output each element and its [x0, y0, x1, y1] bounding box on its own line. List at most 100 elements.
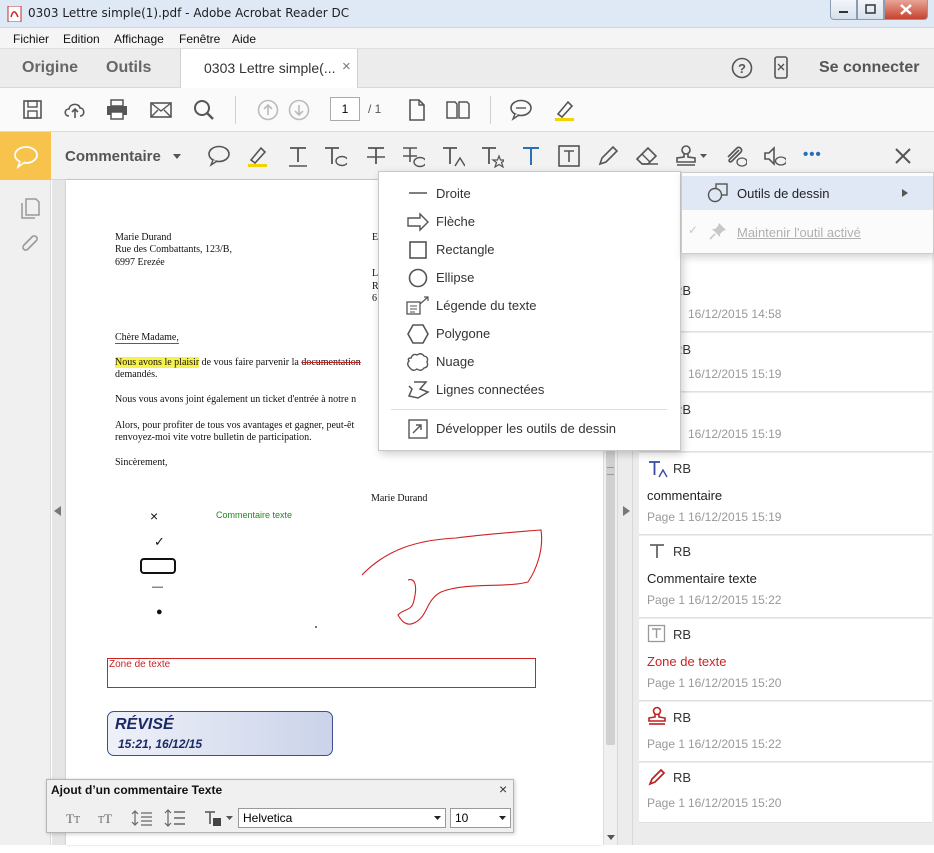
- decrease-font-size-icon[interactable]: T T: [65, 809, 85, 827]
- comment-author: RB: [673, 710, 692, 725]
- pencil-icon[interactable]: [596, 144, 620, 168]
- menu-item-line[interactable]: Droite: [379, 179, 680, 207]
- menu-item-label: Lignes connectées: [436, 382, 545, 397]
- underline-text-icon[interactable]: [286, 144, 310, 168]
- inline-text-comment[interactable]: Commentaire texte: [216, 510, 292, 520]
- comment-card[interactable]: RB Zone de texte Page 1 16/12/2015 15:20: [639, 619, 932, 701]
- replace-text-icon[interactable]: [401, 144, 425, 168]
- menu-item-expand-drawing-tools[interactable]: Développer les outils de dessin: [379, 414, 680, 442]
- menu-affichage[interactable]: Affichage: [114, 32, 164, 46]
- menu-fenetre[interactable]: Fenêtre: [179, 32, 220, 46]
- chevron-down-icon[interactable]: [173, 154, 181, 160]
- menu-item-text-callout[interactable]: Légende du texte: [379, 291, 680, 319]
- record-audio-icon[interactable]: [762, 144, 786, 168]
- cross-mark[interactable]: ×: [150, 508, 158, 524]
- add-text-stamp-icon[interactable]: [480, 144, 504, 168]
- rectangle-annotation[interactable]: [140, 558, 176, 574]
- polygon-icon: [407, 324, 429, 344]
- stamp-chevron-icon[interactable]: [700, 154, 707, 159]
- comment-card[interactable]: RB Page 1 16/12/2015 15:20: [639, 763, 932, 823]
- menu-aide[interactable]: Aide: [232, 32, 256, 46]
- revised-stamp[interactable]: RÉVISÉ 15:21, 16/12/15: [107, 711, 333, 756]
- scroll-down-icon[interactable]: [607, 835, 615, 841]
- menu-fichier[interactable]: Fichier: [13, 32, 49, 46]
- scroll-thumb[interactable]: [606, 400, 615, 745]
- comment-card[interactable]: RB commentaire Page 1 16/12/2015 15:19: [639, 453, 932, 535]
- insert-text-icon[interactable]: [441, 144, 465, 168]
- freehand-drawing[interactable]: [356, 520, 546, 640]
- comment-tool-label[interactable]: Commentaire: [65, 148, 161, 165]
- struck-text[interactable]: documentation: [301, 357, 360, 368]
- font-size-select[interactable]: 10: [450, 808, 511, 828]
- more-tools-icon[interactable]: •••: [803, 146, 822, 163]
- two-page-view-icon[interactable]: [446, 98, 470, 122]
- comment-card[interactable]: RB 16/12/2015 14:58: [639, 245, 932, 332]
- comment-page: Page 1: [647, 796, 686, 810]
- increase-line-spacing-icon[interactable]: [164, 809, 186, 827]
- chevron-down-icon: [434, 816, 441, 820]
- sticky-note-icon[interactable]: [509, 98, 533, 122]
- mobile-link-icon[interactable]: [772, 56, 790, 80]
- comment-card[interactable]: RB 16/12/2015 15:19: [639, 393, 932, 452]
- text-properties-close-icon[interactable]: ×: [499, 781, 507, 797]
- text-color-icon[interactable]: [204, 809, 222, 827]
- print-icon[interactable]: [105, 98, 129, 122]
- highlight-tool-icon[interactable]: [245, 144, 269, 168]
- menu-item-ellipse[interactable]: Ellipse: [379, 263, 680, 291]
- sticky-note-tool-icon[interactable]: [207, 144, 231, 168]
- stamp-icon[interactable]: [674, 144, 698, 168]
- menu-item-label: Développer les outils de dessin: [436, 421, 616, 436]
- font-size-value: 10: [455, 811, 469, 825]
- submenu-item-drawing-tools[interactable]: Outils de dessin: [682, 176, 933, 210]
- menu-item-cloud[interactable]: Nuage: [379, 347, 680, 375]
- maximize-button[interactable]: [857, 0, 884, 20]
- decrease-line-spacing-icon[interactable]: [131, 809, 153, 827]
- email-icon[interactable]: [149, 98, 173, 122]
- upload-cloud-icon[interactable]: [63, 98, 87, 122]
- comment-card[interactable]: RB Commentaire texte Page 1 16/12/2015 1…: [639, 536, 932, 618]
- next-page-icon[interactable]: [287, 98, 311, 122]
- page-thumbnails-icon[interactable]: [19, 197, 41, 219]
- menu-item-polygon[interactable]: Polygone: [379, 319, 680, 347]
- sign-in-link[interactable]: Se connecter: [819, 59, 919, 77]
- text-color-chevron-icon[interactable]: [226, 816, 233, 821]
- check-mark[interactable]: ✓: [154, 534, 165, 550]
- search-icon[interactable]: [192, 98, 216, 122]
- dash-mark[interactable]: —: [152, 581, 163, 593]
- menu-item-arrow[interactable]: Flèche: [379, 207, 680, 235]
- main-toolbar: 1 / 1: [0, 88, 934, 132]
- menu-edition[interactable]: Edition: [63, 32, 100, 46]
- comment-card[interactable]: RB Page 1 16/12/2015 15:22: [639, 702, 932, 762]
- save-icon[interactable]: [21, 98, 45, 122]
- eraser-icon[interactable]: [634, 144, 658, 168]
- font-family-select[interactable]: Helvetica: [238, 808, 446, 828]
- tab-document[interactable]: 0303 Lettre simple(... ×: [180, 49, 358, 88]
- highlight-pen-icon[interactable]: [552, 98, 576, 122]
- comment-card[interactable]: RB 16/12/2015 15:19: [639, 333, 932, 392]
- help-icon[interactable]: ?: [731, 57, 753, 79]
- attachments-icon[interactable]: [18, 232, 40, 254]
- tab-home[interactable]: Origine: [22, 59, 78, 77]
- text-box-icon[interactable]: [557, 144, 581, 168]
- minimize-button[interactable]: [830, 0, 857, 20]
- collapse-right-icon[interactable]: [622, 506, 630, 516]
- dot-mark[interactable]: ●: [156, 606, 163, 618]
- previous-page-icon[interactable]: [256, 98, 280, 122]
- text-comment-tool-icon[interactable]: [323, 144, 347, 168]
- text-box-annotation[interactable]: Zone de texte: [107, 658, 536, 688]
- menu-item-rectangle[interactable]: Rectangle: [379, 235, 680, 263]
- strikethrough-text-icon[interactable]: [364, 144, 388, 168]
- close-comment-toolbar-icon[interactable]: [894, 147, 912, 165]
- highlighted-text[interactable]: Nous avons le plaisir: [115, 357, 200, 368]
- increase-font-size-icon[interactable]: T T: [97, 809, 117, 827]
- page-number-input[interactable]: 1: [330, 97, 360, 121]
- submenu-item-keep-tool-active[interactable]: ✓ Maintenir l'outil activé: [682, 217, 933, 247]
- add-text-icon[interactable]: [519, 144, 543, 168]
- single-page-view-icon[interactable]: [405, 98, 429, 122]
- collapse-left-icon[interactable]: [54, 506, 62, 516]
- attach-file-icon[interactable]: [723, 144, 747, 168]
- tab-tools[interactable]: Outils: [106, 59, 151, 77]
- menu-item-connected-lines[interactable]: Lignes connectées: [379, 375, 680, 403]
- close-window-button[interactable]: [884, 0, 928, 20]
- tab-close-icon[interactable]: ×: [342, 58, 351, 75]
